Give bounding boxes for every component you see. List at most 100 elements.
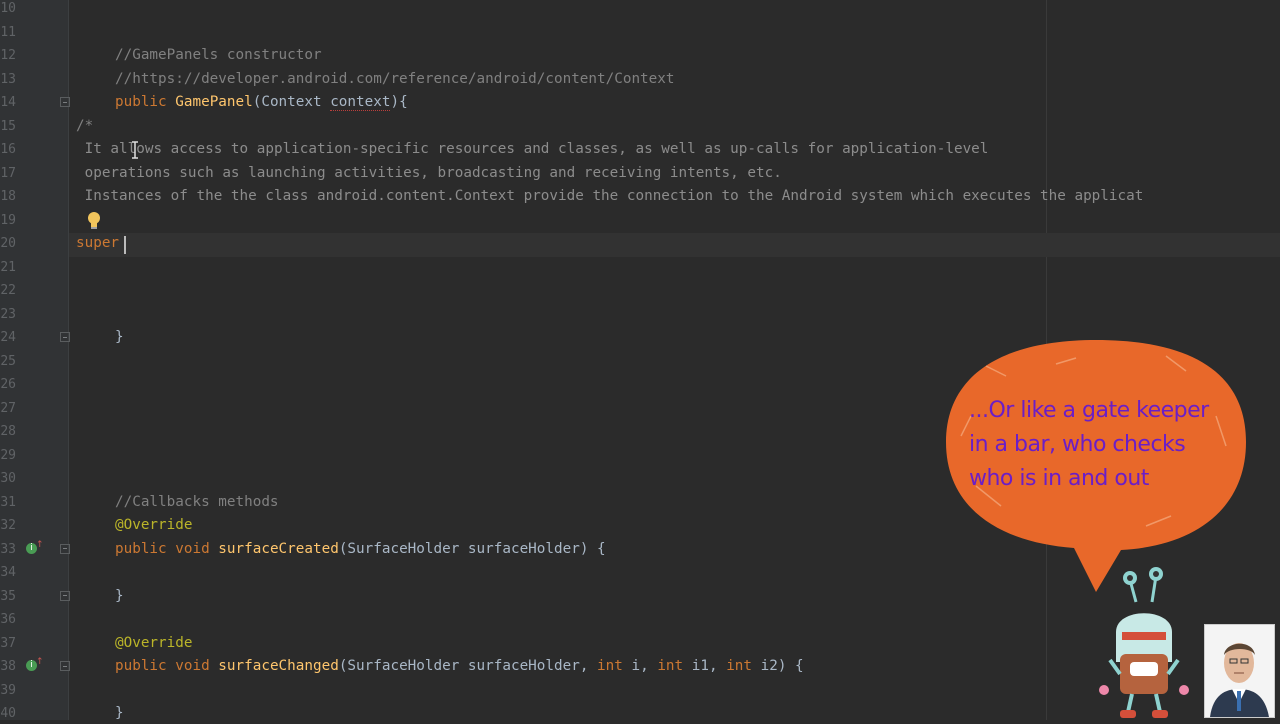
code-token: i1, — [691, 658, 727, 674]
code-token: public — [115, 94, 176, 110]
code-line[interactable]: 37 @Override — [0, 632, 1280, 656]
line-number: 36 — [0, 612, 16, 627]
code-line[interactable]: 14 public GamePanel(Context context){ — [0, 91, 1280, 115]
line-number: 38 — [0, 659, 16, 674]
code-token: surfaceCreated — [218, 540, 339, 557]
line-number: 20 — [0, 236, 16, 251]
line-number: 28 — [0, 424, 16, 439]
line-number: 22 — [0, 283, 16, 298]
code-token: i2) { — [760, 658, 804, 674]
line-number: 13 — [0, 71, 16, 87]
line-number: 40 — [0, 706, 16, 720]
line-number: 33 — [0, 541, 16, 557]
override-marker-icon[interactable]: i — [26, 540, 44, 554]
code-token: @Override — [115, 517, 193, 533]
fold-toggle-icon[interactable] — [60, 661, 70, 671]
bubble-line-1: ...Or like a gate keeper — [969, 398, 1209, 423]
code-line[interactable]: 17 operations such as launching activiti… — [0, 162, 1280, 186]
code-line[interactable]: 18 Instances of the the class android.co… — [0, 185, 1280, 209]
code-token: surfaceChanged — [218, 658, 339, 674]
lightbulb-icon[interactable] — [86, 211, 102, 231]
fold-toggle-icon[interactable] — [60, 543, 70, 554]
line-number: 27 — [0, 400, 16, 416]
code-token: //GamePanels constructor — [115, 47, 322, 63]
code-token: /* — [76, 117, 94, 134]
code-line[interactable]: 15 /* — [0, 115, 1280, 139]
code-text: public void surfaceCreated(SurfaceHolder… — [115, 538, 606, 562]
code-token: @Override — [115, 634, 193, 651]
code-line[interactable]: 19 — [0, 209, 1280, 233]
code-text: Instances of the the class android.conte… — [76, 185, 1144, 209]
line-number: 17 — [0, 165, 16, 181]
fold-toggle-icon[interactable] — [60, 590, 70, 601]
speech-bubble-text: ...Or like a gate keeper in a bar, who c… — [969, 394, 1239, 496]
code-token: int — [726, 658, 761, 674]
code-token: (Context — [252, 94, 331, 110]
override-marker-icon[interactable]: i — [26, 657, 44, 671]
presenter-avatar — [1204, 624, 1275, 718]
code-token: int — [597, 658, 632, 674]
line-number: 15 — [0, 118, 16, 134]
code-token: } — [115, 587, 124, 604]
code-text: public GamePanel(Context context){ — [115, 91, 408, 115]
line-number: 32 — [0, 518, 16, 533]
code-text: } — [115, 702, 124, 720]
line-number: 12 — [0, 48, 16, 63]
code-text: @Override — [115, 514, 192, 538]
code-token: (SurfaceHolder surfaceHolder) { — [338, 540, 606, 557]
code-text: public void surfaceChanged(SurfaceHolder… — [115, 655, 804, 679]
code-line[interactable]: 36 — [0, 608, 1280, 632]
code-token: ){ — [390, 94, 408, 110]
code-token: super — [76, 235, 120, 251]
line-number: 24 — [0, 330, 16, 345]
code-text: //GamePanels constructor — [115, 44, 322, 68]
code-token: int — [657, 658, 692, 674]
code-line[interactable]: 40} — [0, 702, 1280, 720]
line-number: 31 — [0, 494, 16, 510]
text-caret — [124, 236, 126, 254]
bubble-line-3: who is in and out — [969, 466, 1149, 491]
code-text: //Callbacks methods — [115, 491, 279, 515]
code-line[interactable]: 10 — [0, 0, 1280, 21]
line-number: 11 — [0, 24, 16, 40]
line-number: 16 — [0, 142, 16, 157]
code-line[interactable]: 12 //GamePanels constructor — [0, 44, 1280, 68]
line-number: 39 — [0, 682, 16, 698]
code-token: //Callbacks methods — [115, 493, 279, 510]
code-token: } — [115, 705, 124, 720]
bubble-line-2: in a bar, who checks — [969, 432, 1186, 457]
line-number: 37 — [0, 635, 16, 651]
code-token: It allows access to application-specific… — [76, 141, 989, 157]
code-text: It allows access to application-specific… — [76, 138, 989, 162]
line-number: 18 — [0, 189, 16, 204]
code-text: operations such as launching activities,… — [76, 162, 782, 186]
code-line[interactable]: 21 — [0, 256, 1280, 280]
code-line[interactable]: 13 //https://developer.android.com/refere… — [0, 68, 1280, 92]
line-number: 30 — [0, 471, 16, 486]
code-line[interactable]: 16 It allows access to application-speci… — [0, 138, 1280, 162]
line-number: 21 — [0, 259, 16, 275]
code-token: GamePanel — [175, 94, 253, 110]
code-token: } — [115, 329, 124, 345]
line-number: 35 — [0, 588, 16, 604]
code-text: super — [76, 232, 119, 256]
line-number: 10 — [0, 1, 16, 16]
code-line[interactable]: 11 — [0, 21, 1280, 45]
code-token: i, — [631, 658, 658, 674]
code-token: context — [330, 94, 391, 111]
code-token: //https://developer.android.com/referenc… — [115, 70, 675, 87]
code-line[interactable]: 22 — [0, 279, 1280, 303]
code-token: Instances of the the class android.conte… — [76, 188, 1144, 204]
code-line[interactable]: 38 i public void surfaceChanged(SurfaceHol… — [0, 655, 1280, 679]
fold-toggle-icon[interactable] — [60, 332, 70, 342]
line-number: 26 — [0, 377, 16, 392]
robot-mascot-icon — [1094, 562, 1194, 720]
code-line[interactable]: 39 — [0, 679, 1280, 703]
code-line[interactable]: 20 super — [0, 232, 1280, 256]
line-number: 34 — [0, 565, 16, 580]
fold-toggle-icon[interactable] — [60, 97, 70, 107]
code-token: (SurfaceHolder surfaceHolder, — [338, 658, 598, 674]
code-line[interactable]: 23 — [0, 303, 1280, 327]
line-number: 14 — [0, 95, 16, 110]
code-text: @Override — [115, 632, 192, 656]
